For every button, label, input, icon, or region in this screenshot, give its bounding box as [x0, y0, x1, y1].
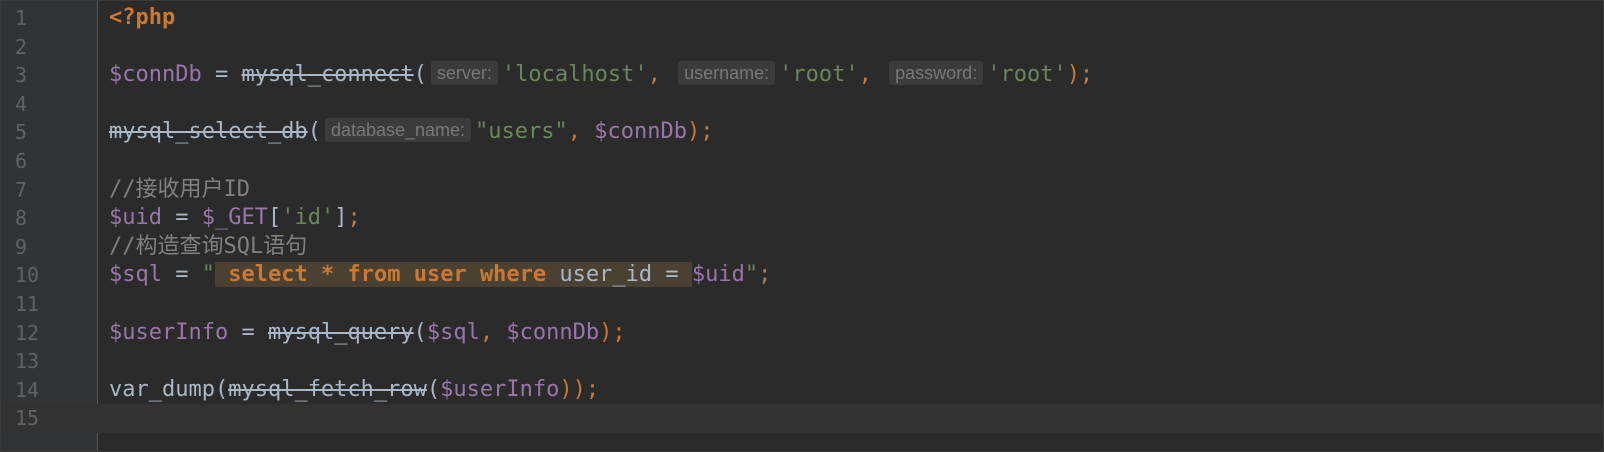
string-literal: 'id' — [281, 205, 335, 231]
code-editor[interactable]: 1 <?php 2 3 $connDb = mysql_connect(serv… — [0, 0, 1604, 452]
deprecated-function: mysql_select_db — [109, 119, 308, 145]
line-number: 1 — [15, 6, 28, 30]
variable: $uid — [109, 205, 162, 231]
line-number: 7 — [15, 177, 28, 202]
sql-keyword: select — [228, 262, 308, 288]
code-line-8[interactable]: 8 $uid = $_GET['id']; — [1, 204, 1603, 233]
variable: $connDb — [109, 62, 202, 88]
code-text[interactable]: $connDb = mysql_connect(server:'localhos… — [109, 61, 1093, 90]
line-number: 5 — [15, 120, 28, 145]
comma: , — [858, 62, 886, 88]
sql-injection-region: select * from user where user_id = — [214, 262, 692, 288]
interpolated-variable: $uid — [691, 262, 745, 288]
comma: , — [647, 62, 675, 88]
deprecated-function: mysql_query — [267, 319, 414, 345]
comma: , — [567, 119, 595, 145]
string-literal: 'localhost' — [501, 62, 648, 88]
variable: $sql — [109, 262, 162, 288]
comma: , — [479, 319, 507, 345]
code-text[interactable]: $uid = $_GET['id']; — [109, 204, 361, 233]
close-paren-semicolon: ); — [686, 119, 714, 145]
close-parens-semicolon: )); — [559, 376, 600, 402]
code-line-12[interactable]: 12 $userInfo = mysql_query($sql, $connDb… — [1, 319, 1603, 348]
string-quote: " — [744, 262, 759, 288]
parameter-hint: username: — [678, 61, 776, 86]
deprecated-function: mysql_connect — [241, 62, 414, 88]
code-line-14[interactable]: 14 var_dump(mysql_fetch_row($userInfo)); — [1, 376, 1603, 405]
code-line-11[interactable]: 11 — [1, 290, 1603, 319]
paren: ( — [413, 319, 427, 345]
variable: $connDb — [506, 319, 600, 345]
code-line-4[interactable]: 4 — [1, 90, 1603, 119]
operator: = — [201, 62, 242, 88]
variable: $connDb — [594, 119, 687, 145]
paren: ( — [426, 376, 441, 402]
operator: = — [161, 262, 202, 288]
code-text[interactable]: mysql_select_db(database_name: "users", $… — [109, 118, 713, 147]
line-number: 13 — [15, 349, 40, 374]
line-number: 11 — [15, 292, 40, 316]
string-literal: "users" — [475, 119, 568, 145]
line-number: 3 — [15, 63, 28, 88]
sql-keyword: where — [479, 262, 547, 288]
line-number: 2 — [15, 34, 28, 59]
sql-star: * — [307, 262, 348, 288]
code-line-6[interactable]: 6 — [1, 147, 1603, 176]
line-number: 14 — [15, 377, 40, 402]
line-number: 8 — [15, 206, 28, 231]
operator: = — [161, 205, 202, 231]
string-quote: " — [201, 262, 215, 288]
line-number: 4 — [15, 91, 28, 116]
bracket: ] — [334, 205, 348, 231]
superglobal: $_GET — [201, 205, 268, 231]
operator: = — [228, 319, 268, 345]
code-text[interactable]: $sql = " select * from user where user_i… — [109, 261, 771, 290]
code-line-15-current[interactable]: 15 — [1, 404, 1603, 433]
line-number: 12 — [15, 320, 40, 345]
code-text[interactable]: $userInfo = mysql_query($sql, $connDb); — [109, 319, 626, 348]
code-line-1[interactable]: 1 <?php — [1, 4, 1603, 33]
comment: //接收用户ID — [109, 176, 250, 202]
code-line-2[interactable]: 2 — [1, 33, 1603, 62]
string-literal: 'root' — [987, 62, 1067, 88]
code-line-13[interactable]: 13 — [1, 347, 1603, 376]
semicolon: ; — [347, 205, 361, 231]
code-line-3[interactable]: 3 $connDb = mysql_connect(server:'localh… — [1, 61, 1603, 90]
paren: ( — [214, 376, 229, 402]
deprecated-function: mysql_fetch_row — [228, 376, 427, 402]
semicolon: ; — [758, 262, 772, 288]
variable: $userInfo — [440, 376, 560, 402]
paren: ( — [307, 119, 321, 145]
code-line-5[interactable]: 5 mysql_select_db(database_name: "users",… — [1, 118, 1603, 147]
sql-condition: user_id = — [546, 262, 692, 288]
paren: ( — [413, 62, 427, 88]
function: var_dump — [109, 376, 215, 402]
variable: $sql — [426, 319, 480, 345]
parameter-hint: password: — [889, 61, 984, 86]
comment: //构造查询SQL语句 — [109, 233, 308, 259]
parameter-hint: server: — [430, 61, 498, 86]
variable: $userInfo — [109, 319, 229, 345]
code-line-9[interactable]: 9 //构造查询SQL语句 — [1, 233, 1603, 262]
code-text[interactable]: <?php — [109, 4, 175, 33]
parameter-hint: database_name: — [324, 118, 472, 143]
line-number: 9 — [15, 234, 28, 259]
close-paren-semicolon: ); — [1066, 62, 1094, 88]
php-open-tag: <?php — [109, 5, 176, 30]
bracket: [ — [267, 205, 282, 231]
line-number: 10 — [15, 263, 40, 288]
close-paren-semicolon: ); — [599, 319, 626, 345]
sql-table: user — [400, 262, 480, 288]
code-text[interactable]: var_dump(mysql_fetch_row($userInfo)); — [109, 376, 599, 405]
code-line-7[interactable]: 7 //接收用户ID — [1, 176, 1603, 205]
sql-keyword: from — [347, 262, 401, 288]
line-number: 6 — [15, 149, 28, 173]
code-line-10[interactable]: 10 $sql = " select * from user where use… — [1, 261, 1603, 290]
string-literal: 'root' — [779, 62, 859, 88]
line-number: 15 — [15, 406, 40, 431]
